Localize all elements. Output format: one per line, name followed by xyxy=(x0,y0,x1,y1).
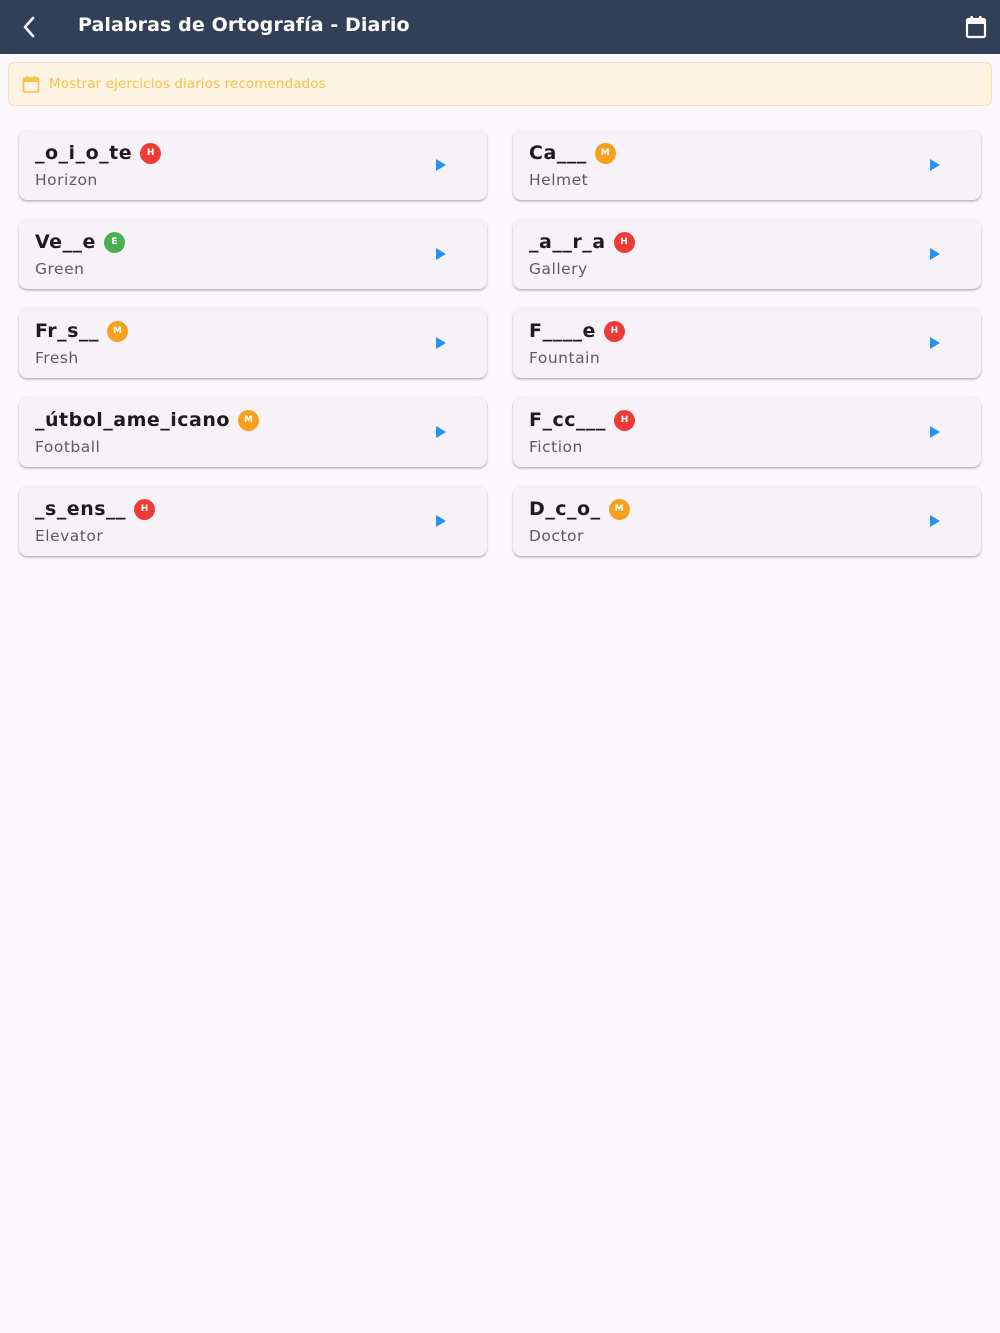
masked-word: F_cc___ xyxy=(529,409,607,431)
play-icon[interactable] xyxy=(435,336,447,350)
play-icon[interactable] xyxy=(929,514,941,528)
banner-text: Mostrar ejercicios diarios recomendados xyxy=(49,76,326,92)
difficulty-badge: M xyxy=(594,142,616,164)
word-answer: Elevator xyxy=(35,527,104,545)
word-answer: Green xyxy=(35,260,85,278)
word-answer: Helmet xyxy=(529,171,589,189)
word-answer: Fountain xyxy=(529,349,601,367)
difficulty-badge: H xyxy=(134,498,156,520)
difficulty-badge: M xyxy=(106,320,128,342)
word-answer: Football xyxy=(35,438,101,456)
word-card[interactable]: _o_i_o_te H Horizon xyxy=(19,130,487,200)
word-grid: _o_i_o_te H Horizon Ca___ M Helmet Ve__e E … xyxy=(19,130,981,556)
difficulty-badge: E xyxy=(103,231,125,253)
difficulty-badge: M xyxy=(608,498,630,520)
masked-word: Ca___ xyxy=(529,142,587,164)
word-card[interactable]: Fr_s__ M Fresh xyxy=(19,308,487,378)
word-card[interactable]: _s_ens__ H Elevator xyxy=(19,486,487,556)
play-icon[interactable] xyxy=(435,247,447,261)
difficulty-badge: H xyxy=(603,320,625,342)
masked-word: _a__r_a xyxy=(529,231,606,253)
play-icon[interactable] xyxy=(435,514,447,528)
chevron-left-icon xyxy=(23,16,35,38)
masked-word: Ve__e xyxy=(35,231,96,253)
page-title: Palabras de Ortografía - Diario xyxy=(78,14,410,36)
masked-word: D_c_o_ xyxy=(529,498,601,520)
difficulty-badge: M xyxy=(237,409,259,431)
masked-word: _o_i_o_te xyxy=(35,142,133,164)
play-icon[interactable] xyxy=(435,158,447,172)
word-answer: Gallery xyxy=(529,260,588,278)
play-icon[interactable] xyxy=(929,158,941,172)
masked-word: _s_ens__ xyxy=(35,498,127,520)
word-card[interactable]: Ca___ M Helmet xyxy=(513,130,981,200)
word-card[interactable]: _útbol_ame_icano M Football xyxy=(19,397,487,467)
daily-exercises-banner[interactable]: Mostrar ejercicios diarios recomendados xyxy=(8,62,992,106)
app-bar: Palabras de Ortografía - Diario xyxy=(0,0,1000,54)
word-answer: Horizon xyxy=(35,171,98,189)
difficulty-badge: H xyxy=(614,409,636,431)
masked-word: F____e xyxy=(529,320,596,342)
play-icon[interactable] xyxy=(929,425,941,439)
word-card[interactable]: _a__r_a H Gallery xyxy=(513,219,981,289)
back-button[interactable] xyxy=(14,11,44,43)
calendar-icon xyxy=(965,16,987,39)
calendar-icon xyxy=(22,75,40,93)
difficulty-badge: H xyxy=(613,231,635,253)
word-card[interactable]: F_cc___ H Fiction xyxy=(513,397,981,467)
play-icon[interactable] xyxy=(929,336,941,350)
play-icon[interactable] xyxy=(929,247,941,261)
word-answer: Doctor xyxy=(529,527,584,545)
masked-word: Fr_s__ xyxy=(35,320,99,342)
word-card[interactable]: D_c_o_ M Doctor xyxy=(513,486,981,556)
play-icon[interactable] xyxy=(435,425,447,439)
masked-word: _útbol_ame_icano xyxy=(35,409,230,431)
word-card[interactable]: Ve__e E Green xyxy=(19,219,487,289)
word-answer: Fresh xyxy=(35,349,79,367)
difficulty-badge: H xyxy=(140,142,162,164)
word-card[interactable]: F____e H Fountain xyxy=(513,308,981,378)
word-answer: Fiction xyxy=(529,438,583,456)
calendar-button[interactable] xyxy=(964,14,988,40)
